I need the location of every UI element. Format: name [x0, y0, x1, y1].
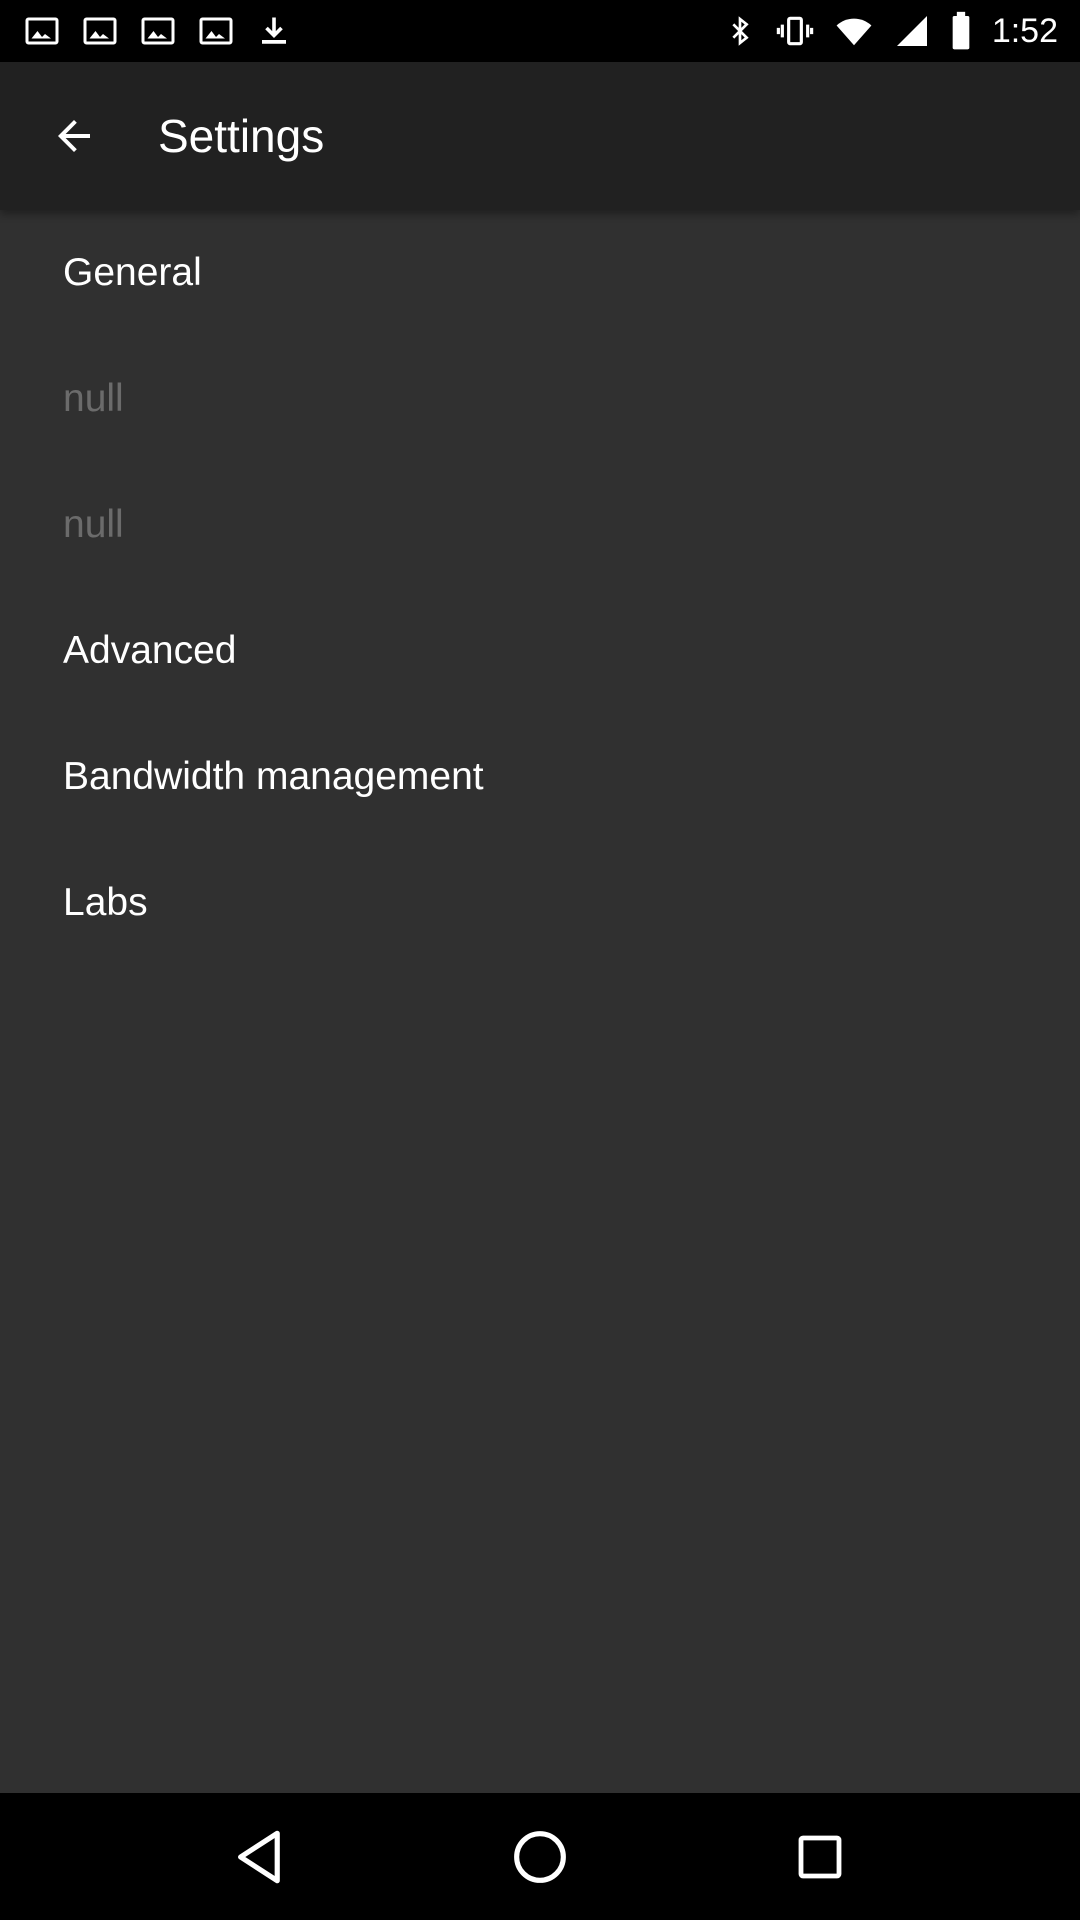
image-icon	[199, 17, 233, 45]
nav-home-button[interactable]	[485, 1802, 595, 1912]
back-button[interactable]	[0, 62, 148, 210]
settings-item-null-2: null	[0, 462, 1080, 588]
settings-item-label: General	[63, 251, 202, 294]
settings-item-labs[interactable]: Labs	[0, 840, 1080, 966]
download-icon	[262, 17, 286, 44]
home-circle-icon	[514, 1830, 566, 1883]
navigation-bar	[0, 1793, 1080, 1920]
settings-list: General null null Advanced Bandwidth man…	[0, 210, 1080, 966]
settings-item-label: null	[63, 503, 124, 546]
back-triangle-icon	[238, 1830, 280, 1883]
status-notifications	[24, 13, 292, 49]
status-system: 1:52	[724, 11, 1058, 51]
settings-item-null-1: null	[0, 336, 1080, 462]
app-bar: Settings	[0, 62, 1080, 210]
settings-item-general[interactable]: General	[0, 210, 1080, 336]
battery-icon	[952, 11, 970, 50]
image-icon	[141, 17, 175, 45]
settings-item-advanced[interactable]: Advanced	[0, 588, 1080, 714]
arrow-back-icon	[58, 120, 90, 152]
settings-item-bandwidth-management[interactable]: Bandwidth management	[0, 714, 1080, 840]
settings-item-label: Bandwidth management	[63, 755, 484, 798]
bluetooth-icon	[732, 16, 749, 46]
vibrate-icon	[776, 16, 814, 46]
cellular-icon	[896, 16, 927, 46]
nav-recents-button[interactable]	[765, 1802, 875, 1912]
settings-item-label: null	[63, 377, 124, 420]
image-icon	[83, 17, 117, 45]
status-bar: 1:52	[0, 0, 1080, 62]
image-icon	[25, 17, 59, 45]
recents-square-icon	[798, 1835, 842, 1878]
settings-item-label: Labs	[63, 881, 148, 924]
settings-item-label: Advanced	[63, 629, 237, 672]
status-time: 1:52	[991, 11, 1058, 50]
page-title: Settings	[158, 110, 325, 162]
wifi-icon	[836, 18, 872, 46]
nav-back-button[interactable]	[205, 1802, 315, 1912]
settings-screen: 1:52 Settings General null null Advanced…	[0, 0, 1080, 1920]
